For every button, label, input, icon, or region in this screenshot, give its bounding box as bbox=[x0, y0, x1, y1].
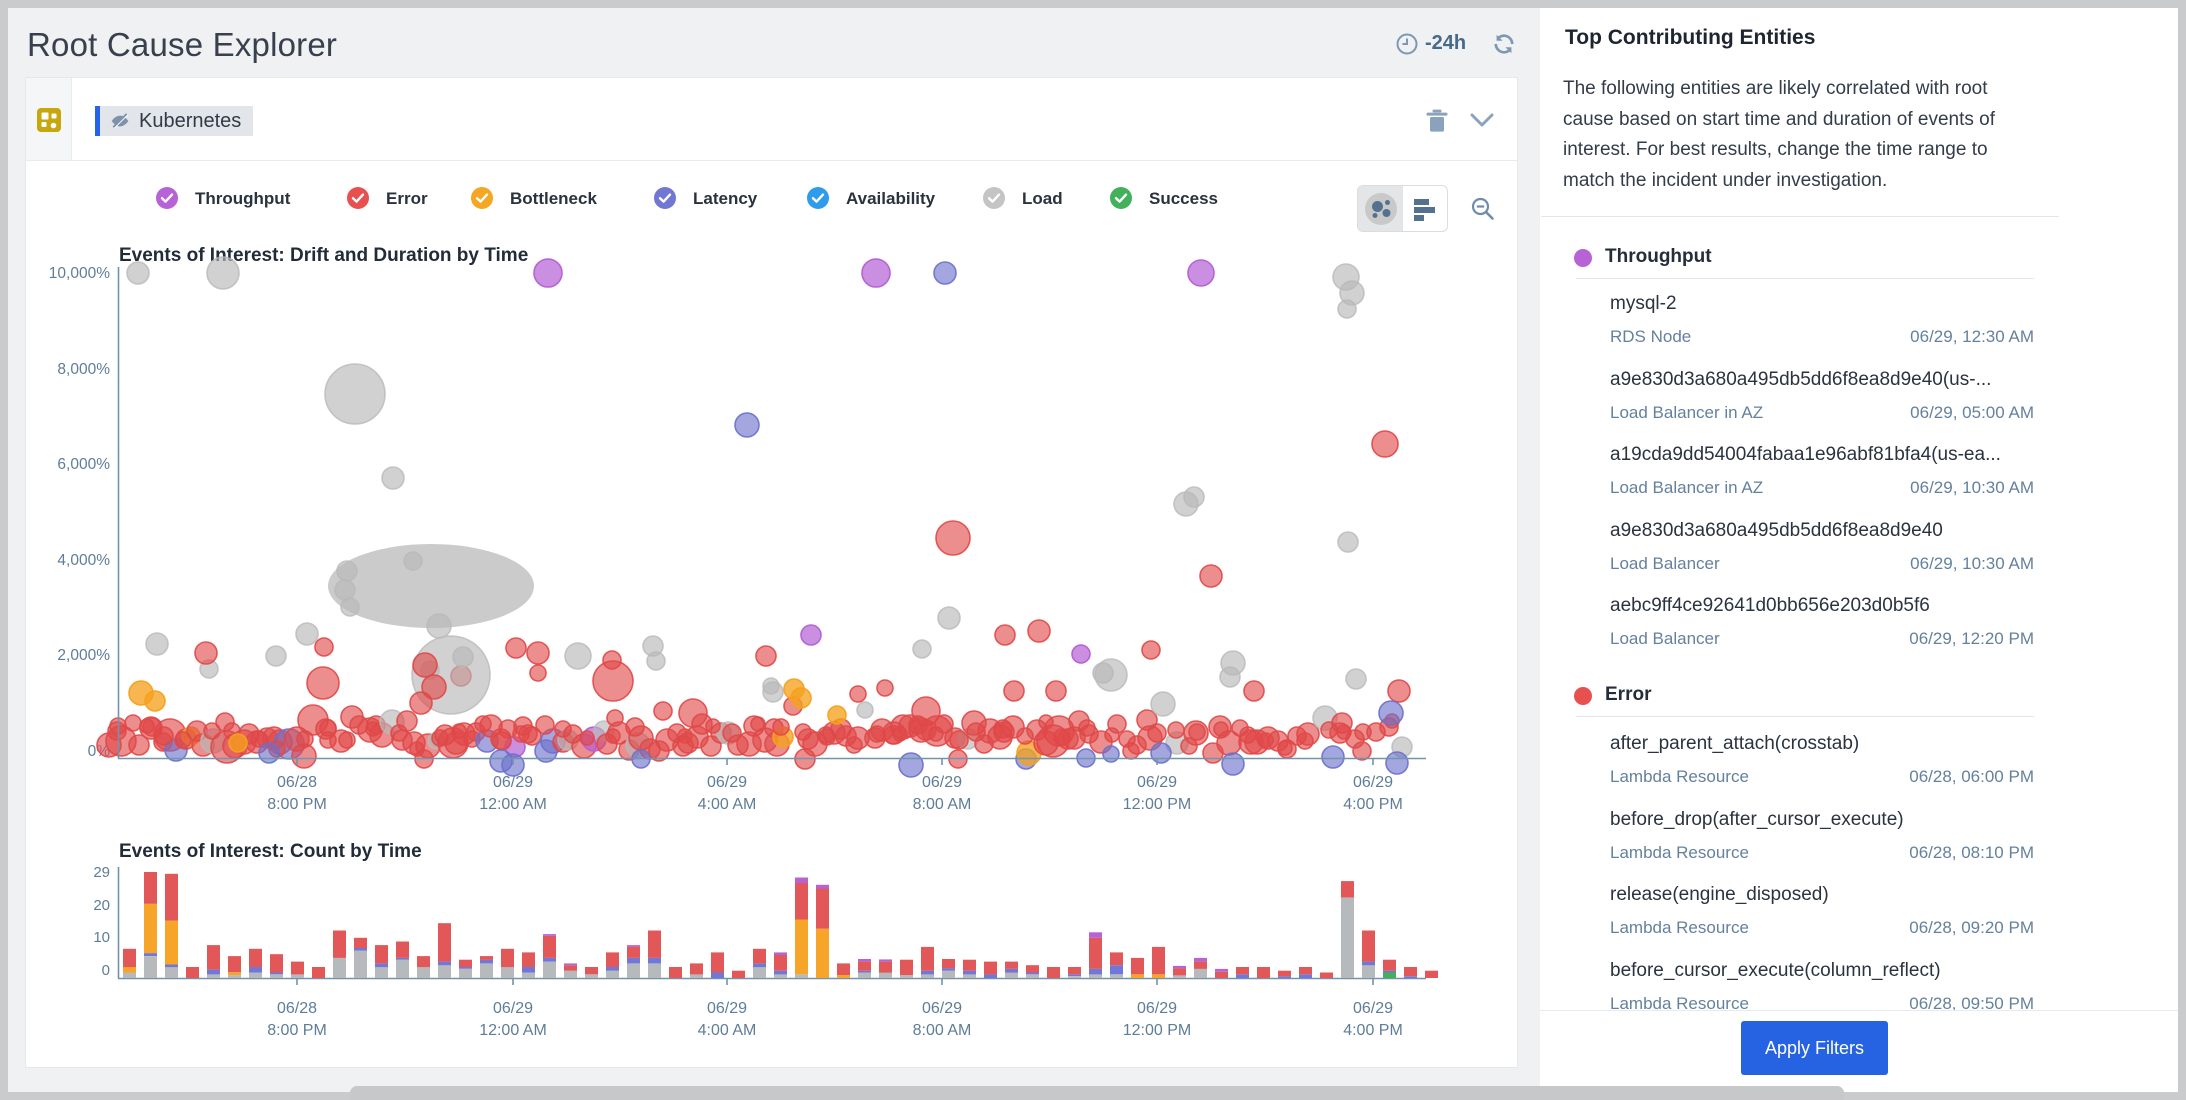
svg-text:4:00 PM: 4:00 PM bbox=[1343, 1022, 1403, 1039]
svg-text:20: 20 bbox=[93, 897, 110, 914]
svg-text:12:00 PM: 12:00 PM bbox=[1123, 1022, 1191, 1039]
svg-text:8:00 PM: 8:00 PM bbox=[267, 1022, 327, 1039]
svg-text:06/29: 06/29 bbox=[922, 1000, 962, 1017]
svg-text:12:00 PM: 12:00 PM bbox=[1123, 796, 1191, 813]
svg-text:10,000%: 10,000% bbox=[49, 265, 110, 282]
svg-text:8,000%: 8,000% bbox=[57, 361, 110, 378]
svg-text:06/29: 06/29 bbox=[493, 1000, 533, 1017]
svg-text:0: 0 bbox=[102, 962, 110, 979]
svg-text:6,000%: 6,000% bbox=[57, 456, 110, 473]
svg-text:4:00 AM: 4:00 AM bbox=[698, 1022, 757, 1039]
svg-text:06/28: 06/28 bbox=[277, 774, 317, 791]
svg-text:12:00 AM: 12:00 AM bbox=[479, 796, 547, 813]
svg-text:06/28: 06/28 bbox=[277, 1000, 317, 1017]
svg-text:8:00 AM: 8:00 AM bbox=[913, 1022, 972, 1039]
svg-text:2,000%: 2,000% bbox=[57, 647, 110, 664]
svg-text:4:00 AM: 4:00 AM bbox=[698, 796, 757, 813]
svg-text:8:00 AM: 8:00 AM bbox=[913, 796, 972, 813]
svg-text:29: 29 bbox=[93, 864, 110, 881]
svg-text:4,000%: 4,000% bbox=[57, 552, 110, 569]
svg-text:06/29: 06/29 bbox=[1137, 774, 1177, 791]
svg-text:06/29: 06/29 bbox=[1353, 774, 1393, 791]
svg-text:4:00 PM: 4:00 PM bbox=[1343, 796, 1403, 813]
svg-text:06/29: 06/29 bbox=[707, 1000, 747, 1017]
svg-text:8:00 PM: 8:00 PM bbox=[267, 796, 327, 813]
svg-text:06/29: 06/29 bbox=[1137, 1000, 1177, 1017]
svg-text:Events of Interest: Count by T: Events of Interest: Count by Time bbox=[119, 841, 422, 862]
svg-text:10: 10 bbox=[93, 929, 110, 946]
svg-text:06/29: 06/29 bbox=[707, 774, 747, 791]
svg-text:06/29: 06/29 bbox=[1353, 1000, 1393, 1017]
svg-text:Events of Interest: Drift and: Events of Interest: Drift and Duration b… bbox=[119, 245, 528, 266]
svg-text:06/29: 06/29 bbox=[922, 774, 962, 791]
svg-text:12:00 AM: 12:00 AM bbox=[479, 1022, 547, 1039]
